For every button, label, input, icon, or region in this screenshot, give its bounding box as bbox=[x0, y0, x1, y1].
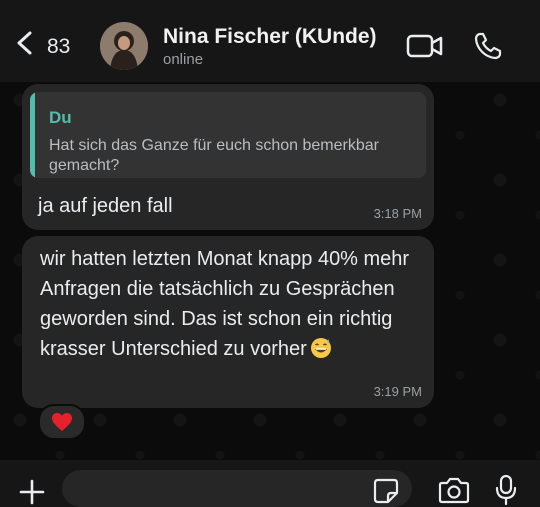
message-time: 3:18 PM bbox=[373, 206, 422, 221]
message-text: wir hatten letzten Monat knapp 40% mehr … bbox=[40, 248, 410, 360]
unread-count[interactable]: 83 bbox=[47, 35, 70, 59]
message-bubble[interactable]: wir hatten letzten Monat knapp 40% mehr … bbox=[22, 236, 434, 408]
red-heart-icon bbox=[52, 413, 72, 431]
quote-author: Du bbox=[49, 108, 72, 127]
back-arrow-icon[interactable] bbox=[14, 30, 36, 56]
camera-icon[interactable] bbox=[437, 477, 471, 505]
grinning-sweat-emoji-icon bbox=[310, 338, 331, 358]
quoted-reply[interactable]: Du Hat sich das Ganze für euch schon bem… bbox=[30, 92, 426, 178]
message-input[interactable] bbox=[62, 470, 412, 507]
phone-icon[interactable] bbox=[473, 31, 503, 61]
message-bubble[interactable]: Du Hat sich das Ganze für euch schon bem… bbox=[22, 84, 434, 230]
quote-text: Hat sich das Ganze für euch schon bemerk… bbox=[49, 137, 379, 174]
message-text: ja auf jeden fall bbox=[38, 195, 173, 217]
avatar[interactable] bbox=[100, 22, 148, 70]
message-text-container: wir hatten letzten Monat knapp 40% mehr … bbox=[40, 244, 420, 364]
plus-icon[interactable] bbox=[18, 478, 46, 506]
contact-name[interactable]: Nina Fischer (KUnde) bbox=[163, 25, 377, 49]
chat-header: 83 Nina Fischer (KUnde) online bbox=[0, 0, 540, 82]
heart-reaction[interactable] bbox=[38, 404, 86, 440]
message-time: 3:19 PM bbox=[373, 384, 422, 399]
quote-accent-bar bbox=[30, 92, 35, 178]
microphone-icon[interactable] bbox=[495, 474, 517, 506]
sticker-icon[interactable] bbox=[373, 478, 399, 504]
contact-status: online bbox=[163, 51, 204, 68]
video-call-icon[interactable] bbox=[406, 33, 444, 59]
